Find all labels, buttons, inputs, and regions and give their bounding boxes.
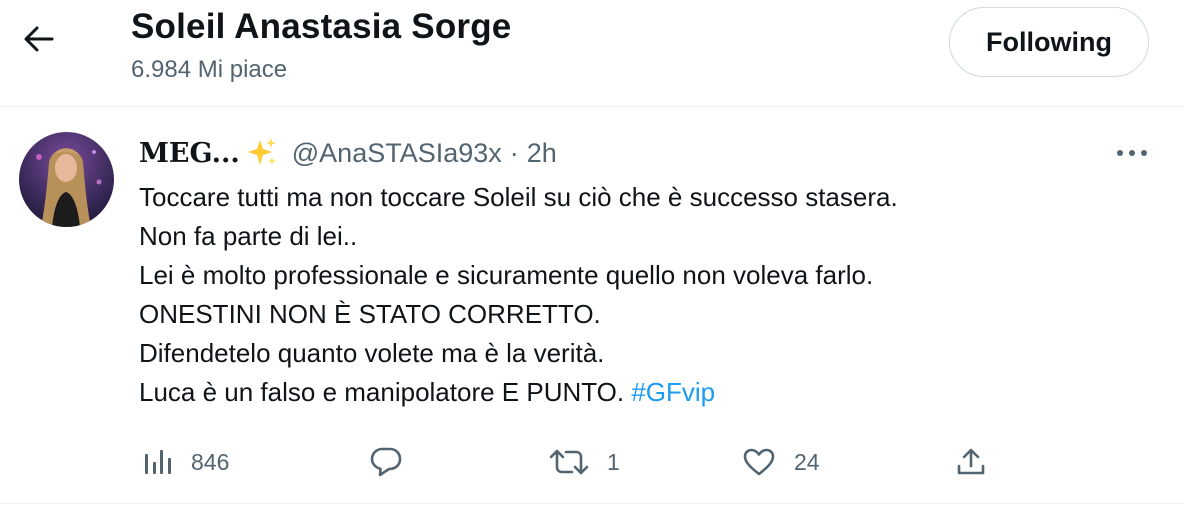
tweet-text-line: Lei è molto professionale e sicuramente … xyxy=(139,260,874,290)
tweet-text: Toccare tutti ma non toccare Soleil su c… xyxy=(139,178,1159,412)
like-count: 24 xyxy=(794,448,820,475)
share-button[interactable] xyxy=(955,437,987,487)
tweet-text-segment: Luca è un falso e manipolatore E PUNTO. xyxy=(139,377,632,407)
share-upload-icon xyxy=(955,446,987,478)
tweet[interactable]: MEG... @AnaSTASIa93x · 2h Toccare tutti … xyxy=(0,107,1184,504)
author-handle[interactable]: @AnaSTASIa93x xyxy=(292,138,502,169)
retweet-icon xyxy=(549,447,589,477)
more-options-button[interactable] xyxy=(1112,143,1152,163)
arrow-left-icon xyxy=(24,26,54,57)
bar-chart-icon xyxy=(143,448,173,476)
heart-icon xyxy=(742,447,776,477)
views-count: 846 xyxy=(191,448,230,475)
reply-button[interactable] xyxy=(369,437,421,487)
views-button[interactable]: 846 xyxy=(143,437,229,487)
separator-dot: · xyxy=(509,137,519,168)
likes-count-subtitle: 6.984 Mi piace xyxy=(131,56,288,83)
like-button[interactable]: 24 xyxy=(742,437,820,487)
author-display-name[interactable]: MEG... xyxy=(139,138,240,169)
tweet-text-line-last: Luca è un falso e manipolatore E PUNTO. … xyxy=(139,373,1159,412)
retweet-button[interactable]: 1 xyxy=(549,437,620,487)
profile-header: Soleil Anastasia Sorge 6.984 Mi piace Fo… xyxy=(0,0,1184,107)
following-button[interactable]: Following xyxy=(949,7,1149,77)
tweet-actions: 846 1 24 xyxy=(0,437,1184,487)
tweet-header: MEG... @AnaSTASIa93x · 2h xyxy=(139,135,557,171)
page-title: Soleil Anastasia Sorge xyxy=(131,7,512,46)
more-dots-icon xyxy=(1116,144,1148,162)
retweet-count: 1 xyxy=(607,448,620,475)
tweet-text-line: Non fa parte di lei.. xyxy=(139,221,358,251)
tweet-text-line: ONESTINI NON È STATO CORRETTO. xyxy=(139,299,601,329)
tweet-timestamp[interactable]: 2h xyxy=(527,138,557,169)
sparkles-emoji-icon xyxy=(246,137,278,169)
hashtag-link[interactable]: #GFvip xyxy=(631,377,715,407)
avatar[interactable] xyxy=(19,132,114,227)
tweet-text-line: Difendetelo quanto volete ma è la verità… xyxy=(139,338,605,368)
speech-bubble-icon xyxy=(369,446,403,478)
tweet-text-line: Toccare tutti ma non toccare Soleil su c… xyxy=(139,182,898,212)
back-button[interactable] xyxy=(14,18,64,64)
